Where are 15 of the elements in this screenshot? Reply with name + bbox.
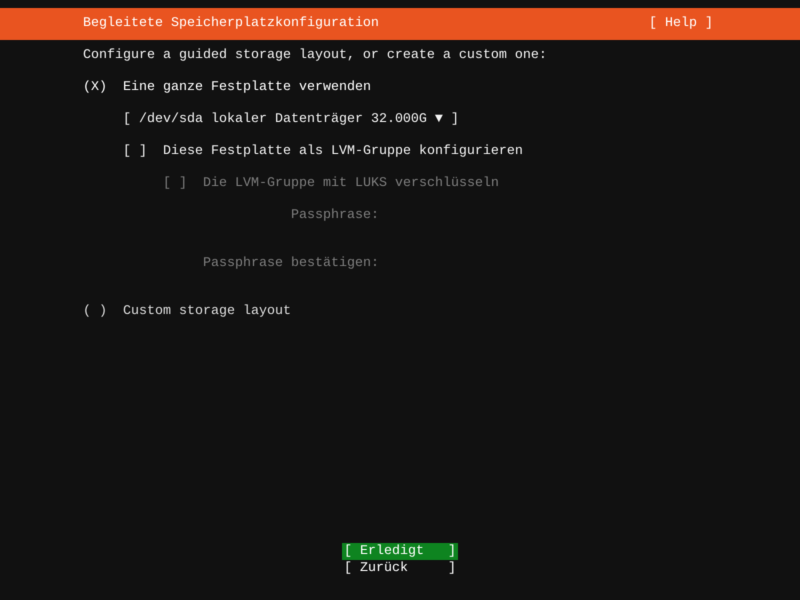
action-button[interactable]: [ Erledigt ]: [342, 543, 458, 560]
radio-button[interactable]: (X): [83, 80, 123, 96]
screen-title: Begleitete Speicherplatzkonfiguration: [83, 16, 379, 32]
radio-label: Eine ganze Festplatte verwenden: [123, 80, 371, 96]
passphrase-label: Passphrase bestätigen:: [203, 256, 379, 272]
radio-button[interactable]: ( ): [83, 304, 123, 320]
action-button[interactable]: [ Zurück ]: [342, 560, 458, 577]
checkbox-label: Die LVM-Gruppe mit LUKS verschlüsseln: [203, 176, 499, 192]
radio-label: Custom storage layout: [123, 304, 291, 320]
passphrase-label: Passphrase:: [290, 208, 379, 224]
intro-text: Configure a guided storage layout, or create a custom one:: [83, 48, 547, 64]
checkbox[interactable]: [ ]: [123, 144, 163, 160]
help-button[interactable]: [ Help ]: [649, 16, 713, 32]
disk-dropdown[interactable]: [ /dev/sda lokaler Datenträger 32.000G ▼ ]: [123, 112, 459, 128]
checkbox-label: Diese Festplatte als LVM-Gruppe konfigurieren: [163, 144, 523, 160]
